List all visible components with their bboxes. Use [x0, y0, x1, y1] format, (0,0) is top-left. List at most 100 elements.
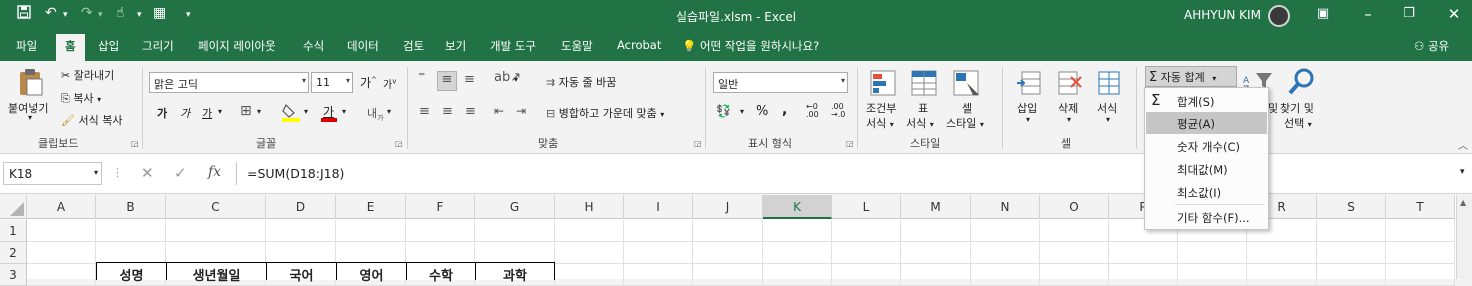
font-name-combo[interactable]: 맑은 고딕 ▾ [149, 72, 309, 93]
grid-cell[interactable] [166, 220, 266, 242]
conditional-formatting-label[interactable]: 조건부 [866, 100, 896, 116]
column-header[interactable]: I [624, 195, 693, 219]
menu-item-min[interactable]: 최소값(I) [1146, 181, 1267, 203]
grid-cell[interactable] [406, 220, 475, 242]
header-cell-birthdate[interactable]: 생년월일 [166, 262, 267, 284]
orientation-dropdown-icon[interactable]: ▾ [514, 75, 518, 84]
format-as-table-label[interactable]: 표 [918, 100, 928, 116]
grid-cell[interactable] [1178, 242, 1247, 264]
cell-styles-label-2[interactable]: 스타일 ▾ [946, 115, 984, 131]
format-dropdown-icon[interactable]: ▾ [1106, 115, 1110, 124]
increase-decimal-icon[interactable]: ←0.00 [806, 103, 819, 119]
menu-item-average[interactable]: 평균(A) [1146, 112, 1267, 134]
insert-dropdown-icon[interactable]: ▾ [1026, 115, 1030, 124]
cell-styles-icon[interactable] [953, 69, 983, 100]
align-center-icon[interactable]: ≡ [442, 104, 453, 119]
grid-cell[interactable] [1386, 220, 1455, 242]
column-header[interactable]: J [693, 195, 763, 219]
delete-dropdown-icon[interactable]: ▾ [1067, 115, 1071, 124]
row-header[interactable]: 1 [0, 220, 27, 242]
bold-button[interactable]: 가 [157, 105, 167, 121]
grid-cell[interactable] [475, 242, 555, 264]
vertical-scrollbar[interactable]: ▲ [1456, 195, 1472, 279]
tab-draw[interactable]: 그리기 [142, 38, 174, 54]
menu-item-count[interactable]: 숫자 개수(C) [1146, 135, 1267, 157]
user-name[interactable]: AHHYUN KIM [1184, 8, 1261, 22]
font-size-combo[interactable]: 11 ▾ [311, 72, 353, 93]
grid-cell[interactable] [971, 242, 1040, 264]
accounting-dropdown-icon[interactable]: ▾ [740, 107, 744, 116]
clipboard-launcher-icon[interactable]: ◲ [131, 139, 139, 148]
fill-dropdown-icon[interactable]: ▾ [304, 107, 308, 116]
column-header[interactable]: B [96, 195, 166, 219]
shrink-font-button[interactable]: 가v [383, 76, 396, 91]
header-cell-science[interactable]: 과학 [475, 262, 555, 284]
tab-home[interactable]: 홈 [56, 34, 85, 61]
font-color-dropdown-icon[interactable]: ▾ [342, 107, 346, 116]
column-header[interactable]: M [901, 195, 971, 219]
grid-cell[interactable] [1040, 264, 1109, 286]
grid-cell[interactable] [96, 242, 166, 264]
grid-cell[interactable] [901, 242, 971, 264]
grid-cell[interactable] [266, 242, 336, 264]
grid-cell[interactable] [266, 220, 336, 242]
align-top-icon[interactable]: ⁼ [418, 69, 425, 85]
format-as-table-label-2[interactable]: 서식 ▾ [906, 115, 934, 131]
column-header[interactable]: O [1040, 195, 1109, 219]
minimize-icon[interactable]: – [1357, 4, 1379, 24]
column-header[interactable]: G [475, 195, 555, 219]
format-label[interactable]: 서식 [1097, 100, 1117, 116]
borders-icon[interactable]: ⊞ [240, 103, 252, 119]
tab-page-layout[interactable]: 페이지 레이아웃 [198, 38, 276, 54]
fill-color-icon[interactable] [281, 103, 301, 122]
grid-cell[interactable] [96, 220, 166, 242]
cancel-entry-icon[interactable]: ✕ [141, 164, 154, 182]
phonetic-icon[interactable]: 내가 [367, 105, 384, 123]
paste-icon[interactable] [18, 68, 44, 99]
grid-cell[interactable] [1386, 264, 1455, 286]
cut-button[interactable]: ✂ 잘라내기 [61, 67, 114, 83]
grid-cell[interactable] [555, 220, 624, 242]
delete-cells-icon[interactable] [1057, 69, 1083, 100]
close-icon[interactable]: ✕ [1443, 4, 1465, 24]
grid-cell[interactable] [336, 242, 406, 264]
merge-center-button[interactable]: ⊟ 병합하고 가운데 맞춤 ▾ [546, 105, 664, 121]
row-header[interactable]: 3 [0, 264, 27, 286]
formula-input[interactable]: =SUM(D18:J18) [236, 162, 1468, 185]
restore-icon[interactable]: ❐ [1398, 4, 1420, 24]
tab-help[interactable]: 도움말 [561, 38, 593, 54]
grid-cell[interactable] [27, 264, 96, 286]
copy-button[interactable]: ⎘ 복사 ▾ [61, 90, 101, 106]
grid-cell[interactable] [971, 220, 1040, 242]
autosum-button[interactable]: Σ 자동 합계 ▾ [1145, 66, 1237, 87]
grid-cell[interactable] [27, 242, 96, 264]
column-header[interactable]: N [971, 195, 1040, 219]
avatar[interactable] [1268, 5, 1290, 27]
grid-cell[interactable] [693, 264, 763, 286]
share-button[interactable]: ⚇ 공유 [1414, 38, 1449, 54]
borders-dropdown-icon[interactable]: ▾ [257, 107, 261, 116]
grid-cell[interactable] [555, 242, 624, 264]
decrease-indent-icon[interactable]: ⇤ [494, 104, 504, 118]
format-painter-button[interactable]: 🖌 서식 복사 [61, 112, 122, 128]
header-cell-name[interactable]: 성명 [96, 262, 167, 284]
grid-cell[interactable] [1317, 220, 1386, 242]
column-header[interactable]: A [27, 195, 96, 219]
grid-cell[interactable] [406, 242, 475, 264]
header-cell-english[interactable]: 영어 [336, 262, 407, 284]
column-header[interactable]: K [763, 195, 832, 219]
number-format-combo[interactable]: 일반 ▾ [713, 72, 848, 93]
comma-button[interactable]: , [782, 102, 787, 118]
increase-indent-icon[interactable]: ⇥ [516, 104, 526, 118]
header-cell-korean[interactable]: 국어 [266, 262, 337, 284]
insert-label[interactable]: 삽입 [1017, 100, 1037, 116]
grid-cell[interactable] [1040, 242, 1109, 264]
grid-cell[interactable] [832, 264, 901, 286]
find-select-label[interactable]: 찾기 및 [1280, 100, 1314, 116]
grid-cell[interactable] [166, 242, 266, 264]
grid-cell[interactable] [832, 220, 901, 242]
align-middle-icon[interactable]: ≡ [437, 71, 457, 91]
tell-me-box[interactable]: 💡 어떤 작업을 원하시나요? [682, 38, 819, 54]
tab-data[interactable]: 데이터 [347, 38, 379, 54]
sort-filter-label[interactable]: 및 [1268, 100, 1278, 116]
